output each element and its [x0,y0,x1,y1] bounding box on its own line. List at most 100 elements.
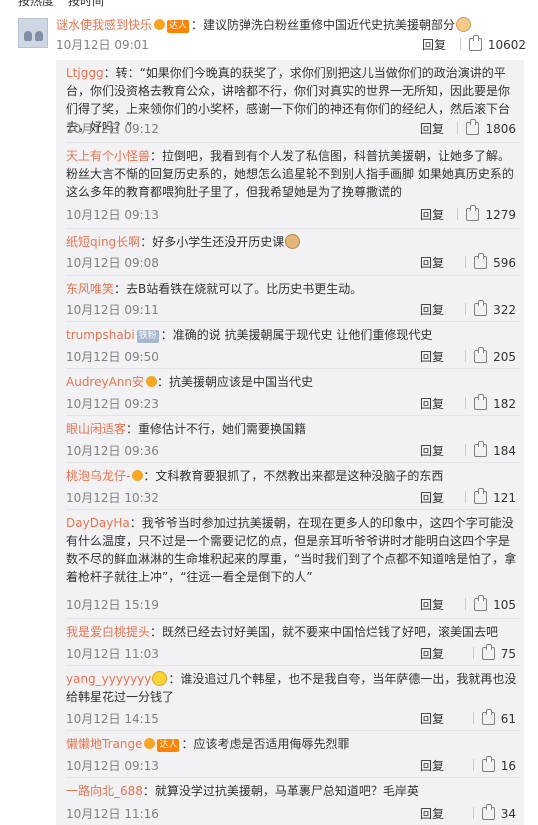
like-button[interactable]: 105 [465,595,516,614]
comment-time: 10月12日 09:01 [56,38,149,52]
like-count: 75 [500,647,516,661]
like-button[interactable]: 10602 [459,35,526,54]
reply-text: AudreyAnn安 ：抗美援朝应该是中国当代史 [66,373,518,391]
reply-item: trumpshabi 铁粉 ：准确的说 抗美援朝属于现代史 让他们重修现代史 10月… [56,322,524,369]
replies-panel: Ltjggg：转：“如果你们今晚真的获奖了，求你们别把这儿当做你们的政治演讲的平… [56,60,524,825]
thumbs-up-icon [468,35,482,51]
like-button[interactable]: 1279 [457,205,516,224]
like-button[interactable]: 596 [465,253,516,272]
reply-button[interactable]: 回复 [420,757,444,775]
reply-username[interactable]: 天上有个小怪兽 [66,149,150,163]
thumbs-up-icon [466,119,480,135]
reply-time: 10月12日 09:08 [66,256,159,270]
like-count: 34 [500,807,516,821]
divider [459,38,461,50]
reply-meta: 10月12日 11:16 回复 34 [66,804,516,823]
reply-username[interactable]: 一路向北_688 [66,784,143,798]
like-button[interactable]: 1806 [457,119,516,138]
thumbs-up-icon [466,205,480,221]
reply-button[interactable]: 回复 [420,442,444,460]
like-count: 182 [493,397,516,411]
thumbs-up-icon [481,644,495,660]
reply-meta: 10月12日 09:13 回复 1279 [66,205,516,224]
reply-button[interactable]: 回复 [420,348,444,366]
reply-button[interactable]: 回复 [420,710,444,728]
avatar[interactable] [18,18,48,48]
divider [465,256,467,268]
reply-meta: 10月12日 09:12 回复 1806 [66,119,516,138]
like-count: 1279 [485,208,516,222]
reply-button[interactable]: 回复 [420,254,444,272]
reply-button[interactable]: 回复 [422,36,446,54]
reply-username[interactable]: 东风唯笑 [66,282,114,296]
badge: 达人 [167,20,190,33]
reply-meta: 10月12日 10:32 回复 121 [66,488,516,507]
reply-text: yang_yyyyyyy ：谁没追过几个韩星，也不是我自夸，当年萨德一出，我就再也… [66,670,518,706]
divider [465,491,467,503]
medal-icon [144,738,156,749]
reply-button[interactable]: 回复 [420,489,444,507]
like-button[interactable]: 34 [472,804,516,823]
divider [465,397,467,409]
like-count: 1806 [485,122,516,136]
reply-content: ：就算没学过抗美援朝，马革裹尸总知道吧？毛岸英 [142,784,419,798]
reply-time: 10月12日 09:13 [66,759,159,773]
reply-button[interactable]: 回复 [420,596,444,614]
reply-button[interactable]: 回复 [420,805,444,823]
reply-username[interactable]: 眼山闲适客 [66,422,126,436]
reply-content: ：我爷爷当时参加过抗美援朝，在现在更多人的印象中，这四个字可能没有什么温度，只不… [66,516,517,584]
reply-text: 纸短qing长啊：好多小学生还没开历史课 [66,233,518,251]
reply-button[interactable]: 回复 [420,301,444,319]
reply-username[interactable]: AudreyAnn安 [66,375,144,389]
reply-username[interactable]: trumpshabi [66,328,135,342]
like-button[interactable]: 184 [465,441,516,460]
reply-button[interactable]: 回复 [420,395,444,413]
like-count: 105 [493,598,516,612]
reply-item: DayDayHa：我爷爷当时参加过抗美援朝，在现在更多人的印象中，这四个字可能没… [56,510,524,619]
main-comment-text-line: 谜水使我感到快乐 达人 ：建议防弹洗白粉丝重修中国近代史抗美援朝部分 [56,16,526,34]
like-button[interactable]: 182 [465,394,516,413]
reply-content: ：重修估计不行，她们需要换国籍 [126,422,307,436]
thumbs-up-icon [474,300,488,316]
divider [465,598,467,610]
like-count: 205 [493,350,516,364]
reply-username[interactable]: 懒懒地Trange [66,737,142,751]
thumbs-up-icon [474,488,488,504]
reply-button[interactable]: 回复 [420,120,444,138]
divider [465,303,467,315]
reply-username[interactable]: Ltjggg [66,66,104,80]
reply-button[interactable]: 回复 [420,645,444,663]
reply-time: 10月12日 09:36 [66,444,159,458]
thumbs-up-icon [474,347,488,363]
reply-content: ：去B站看铁在烧就可以了。比历史书更生动。 [114,282,363,296]
like-button[interactable]: 16 [472,756,516,775]
reply-time: 10月12日 09:50 [66,350,159,364]
reply-meta: 10月12日 14:15 回复 61 [66,709,516,728]
main-comment-username[interactable]: 谜水使我感到快乐 [56,18,152,32]
like-count: 322 [493,303,516,317]
reply-time: 10月12日 11:03 [66,647,159,661]
reply-username[interactable]: yang_yyyyyyy [66,672,151,686]
like-button[interactable]: 322 [465,300,516,319]
medal-icon [146,376,158,387]
main-comment-content: ：建议防弹洗白粉丝重修中国近代史抗美援朝部分 [191,18,456,32]
badge: 达人 [157,739,180,752]
like-button[interactable]: 75 [472,644,516,663]
reply-username[interactable]: 纸短qing长啊 [66,235,140,249]
divider [472,759,474,771]
like-button[interactable]: 205 [465,347,516,366]
medal-icon [132,470,144,481]
sort-by-hot-tab[interactable]: 按热度 [18,0,54,8]
reply-item: 眼山闲适客：重修估计不行，她们需要换国籍 10月12日 09:36 回复 184 [56,416,524,463]
reply-username[interactable]: 我是爱白桃提头 [66,625,150,639]
thumbs-up-icon [481,756,495,772]
divider [457,208,459,220]
like-button[interactable]: 121 [465,488,516,507]
like-button[interactable]: 61 [472,709,516,728]
sort-by-time-tab[interactable]: 按时间 [68,0,104,8]
reply-username[interactable]: 桃泡乌龙仔- [66,469,130,483]
reply-username[interactable]: DayDayHa [66,516,130,530]
reply-text: 东风唯笑：去B站看铁在烧就可以了。比历史书更生动。 [66,280,518,298]
divider [472,712,474,724]
reply-button[interactable]: 回复 [420,206,444,224]
